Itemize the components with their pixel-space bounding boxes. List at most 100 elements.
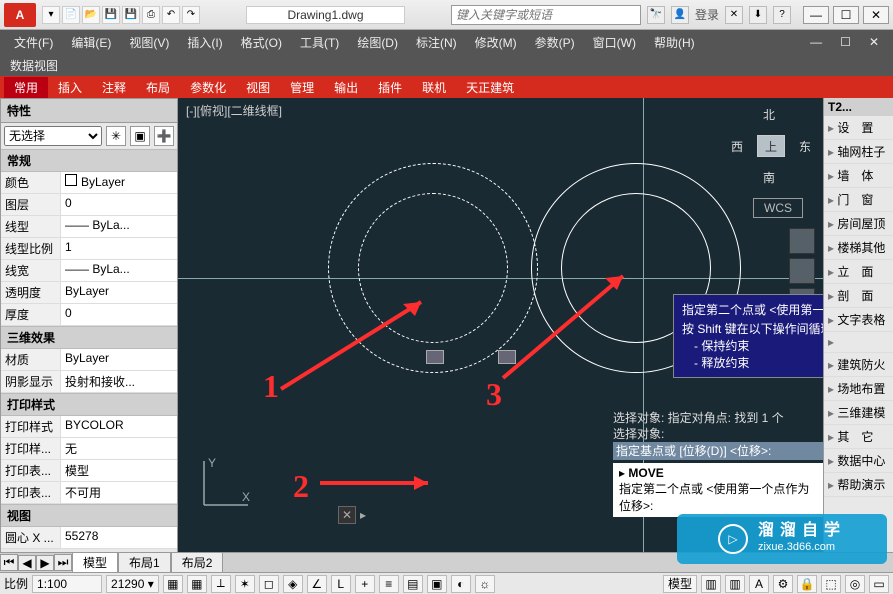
props-value[interactable]: —— ByLa... (61, 260, 177, 281)
am-toggle[interactable]: ☼ (475, 575, 495, 593)
app-logo[interactable]: A (4, 3, 36, 27)
selection-dropdown[interactable]: 无选择 (4, 126, 102, 146)
snap-toggle[interactable]: ▦ (163, 575, 183, 593)
qp-toggle[interactable]: ▣ (427, 575, 447, 593)
props-value[interactable]: ByLayer (61, 282, 177, 303)
window-minimize-button[interactable]: — (803, 6, 829, 24)
props-row[interactable]: 颜色ByLayer (1, 172, 177, 194)
props-value[interactable]: ByLayer (61, 172, 177, 193)
ribbon-tab-online[interactable]: 联机 (412, 77, 456, 98)
command-line-collapsed[interactable]: ✕ ▸ (338, 506, 366, 524)
props-row[interactable]: 线型比例1 (1, 238, 177, 260)
window-close-button[interactable]: ✕ (863, 6, 889, 24)
palette-item[interactable]: 立 面 (824, 260, 893, 284)
doc-close-button[interactable]: ✕ (861, 33, 887, 51)
props-row[interactable]: 厚度0 (1, 304, 177, 326)
signin-icon[interactable]: 👤 (671, 6, 689, 24)
layout-prev-icon[interactable]: ◀ (18, 555, 36, 571)
menu-annotate[interactable]: 标注(N) (408, 32, 465, 53)
props-value[interactable]: 0 (61, 194, 177, 215)
tpy-toggle[interactable]: ▤ (403, 575, 423, 593)
props-value[interactable]: 模型 (61, 460, 177, 481)
props-row[interactable]: 打印样式BYCOLOR (1, 416, 177, 438)
props-value[interactable]: 无 (61, 438, 177, 459)
qat-redo[interactable]: ↷ (182, 6, 200, 24)
props-row[interactable]: 线型—— ByLa... (1, 216, 177, 238)
quickselect-icon[interactable]: ✳ (106, 126, 126, 146)
hardware-accel-icon[interactable]: ⬚ (821, 575, 841, 593)
palette-item[interactable]: 剖 面 (824, 284, 893, 308)
ducs-toggle[interactable]: L (331, 575, 351, 593)
palette-item[interactable]: 场地布置 (824, 377, 893, 401)
palette-item[interactable]: 文字表格 (824, 308, 893, 332)
workspace-icon[interactable]: ⚙ (773, 575, 793, 593)
ribbon-tab-layout[interactable]: 布局 (136, 77, 180, 98)
isolate-icon[interactable]: ◎ (845, 575, 865, 593)
menu-view[interactable]: 视图(V) (121, 32, 177, 53)
data-view-tab[interactable]: 数据视图 (10, 57, 58, 74)
qat-open2[interactable]: 📂 (82, 6, 100, 24)
menu-format[interactable]: 格式(O) (233, 32, 290, 53)
props-value[interactable]: BYCOLOR (61, 416, 177, 437)
command-input[interactable]: ▸ MOVE 指定第二个点或 <使用第一个点作为位移>: (613, 463, 823, 517)
props-value[interactable]: 不可用 (61, 482, 177, 503)
help-icon[interactable]: ? (773, 6, 791, 24)
ortho-toggle[interactable]: ⟂ (211, 575, 231, 593)
lwt-toggle[interactable]: ≡ (379, 575, 399, 593)
selectall-icon[interactable]: ▣ (130, 126, 150, 146)
props-row[interactable]: 透明度ByLayer (1, 282, 177, 304)
props-row[interactable]: 图层0 (1, 194, 177, 216)
polar-toggle[interactable]: ✶ (235, 575, 255, 593)
props-row[interactable]: 打印表...不可用 (1, 482, 177, 504)
pickadd-icon[interactable]: ➕ (154, 126, 174, 146)
layout-tab-2[interactable]: 布局2 (171, 552, 224, 573)
menu-tools[interactable]: 工具(T) (292, 32, 347, 53)
props-value[interactable]: ByLayer (61, 349, 177, 370)
dyn-toggle[interactable]: + (355, 575, 375, 593)
qat-undo[interactable]: ↶ (162, 6, 180, 24)
props-row[interactable]: 打印样...无 (1, 438, 177, 460)
quickview-layouts-icon[interactable]: ▥ (701, 575, 721, 593)
props-row[interactable]: 材质ByLayer (1, 349, 177, 371)
quickview-drawings-icon[interactable]: ▥ (725, 575, 745, 593)
props-value[interactable]: 投射和接收... (61, 371, 177, 392)
otrack-toggle[interactable]: ∠ (307, 575, 327, 593)
props-row[interactable]: 圆心 X ...55278 (1, 527, 177, 549)
menu-draw[interactable]: 绘图(D) (349, 32, 406, 53)
layout-next-icon[interactable]: ▶ (36, 555, 54, 571)
layout-tab-1[interactable]: 布局1 (118, 552, 171, 573)
doc-minimize-button[interactable]: — (802, 33, 830, 51)
props-value[interactable]: 55278 (61, 527, 177, 548)
annoscale-icon[interactable]: A (749, 575, 769, 593)
viewport-label[interactable]: [-][俯视][二维线框] (186, 102, 282, 119)
ribbon-tab-plugins[interactable]: 插件 (368, 77, 412, 98)
ribbon-tab-tarch[interactable]: 天正建筑 (456, 77, 524, 98)
props-value[interactable]: 1 (61, 238, 177, 259)
exchange-icon[interactable]: ✕ (725, 6, 743, 24)
menu-modify[interactable]: 修改(M) (467, 32, 525, 53)
clean-screen-icon[interactable]: ▭ (869, 575, 889, 593)
props-row[interactable]: 打印表...模型 (1, 460, 177, 482)
close-icon[interactable]: ✕ (338, 506, 356, 524)
props-group-header[interactable]: 打印样式 (1, 393, 177, 416)
palette-item[interactable]: 帮助演示 (824, 473, 893, 497)
ribbon-tab-home[interactable]: 常用 (4, 77, 48, 98)
palette-item[interactable]: 轴网柱子 (824, 140, 893, 164)
login-link[interactable]: 登录 (695, 6, 719, 23)
a360-icon[interactable]: ⬇ (749, 6, 767, 24)
nav-pan-icon[interactable] (789, 258, 815, 284)
view-cube[interactable]: 北 南 西 东 上 (733, 108, 809, 184)
ribbon-tab-view[interactable]: 视图 (236, 77, 280, 98)
palette-item[interactable]: 门 窗 (824, 188, 893, 212)
palette-item[interactable]: 其 它 (824, 425, 893, 449)
ribbon-tab-param[interactable]: 参数化 (180, 77, 236, 98)
wcs-label[interactable]: WCS (753, 198, 803, 218)
menu-help[interactable]: 帮助(H) (646, 32, 703, 53)
ribbon-tab-output[interactable]: 输出 (324, 77, 368, 98)
qat-new[interactable]: ▾ (42, 6, 60, 24)
grid-toggle[interactable]: ▦ (187, 575, 207, 593)
ribbon-tab-insert[interactable]: 插入 (48, 77, 92, 98)
layout-first-icon[interactable]: ⏮ (0, 554, 18, 571)
props-group-header[interactable]: 常规 (1, 149, 177, 172)
ribbon-tab-manage[interactable]: 管理 (280, 77, 324, 98)
